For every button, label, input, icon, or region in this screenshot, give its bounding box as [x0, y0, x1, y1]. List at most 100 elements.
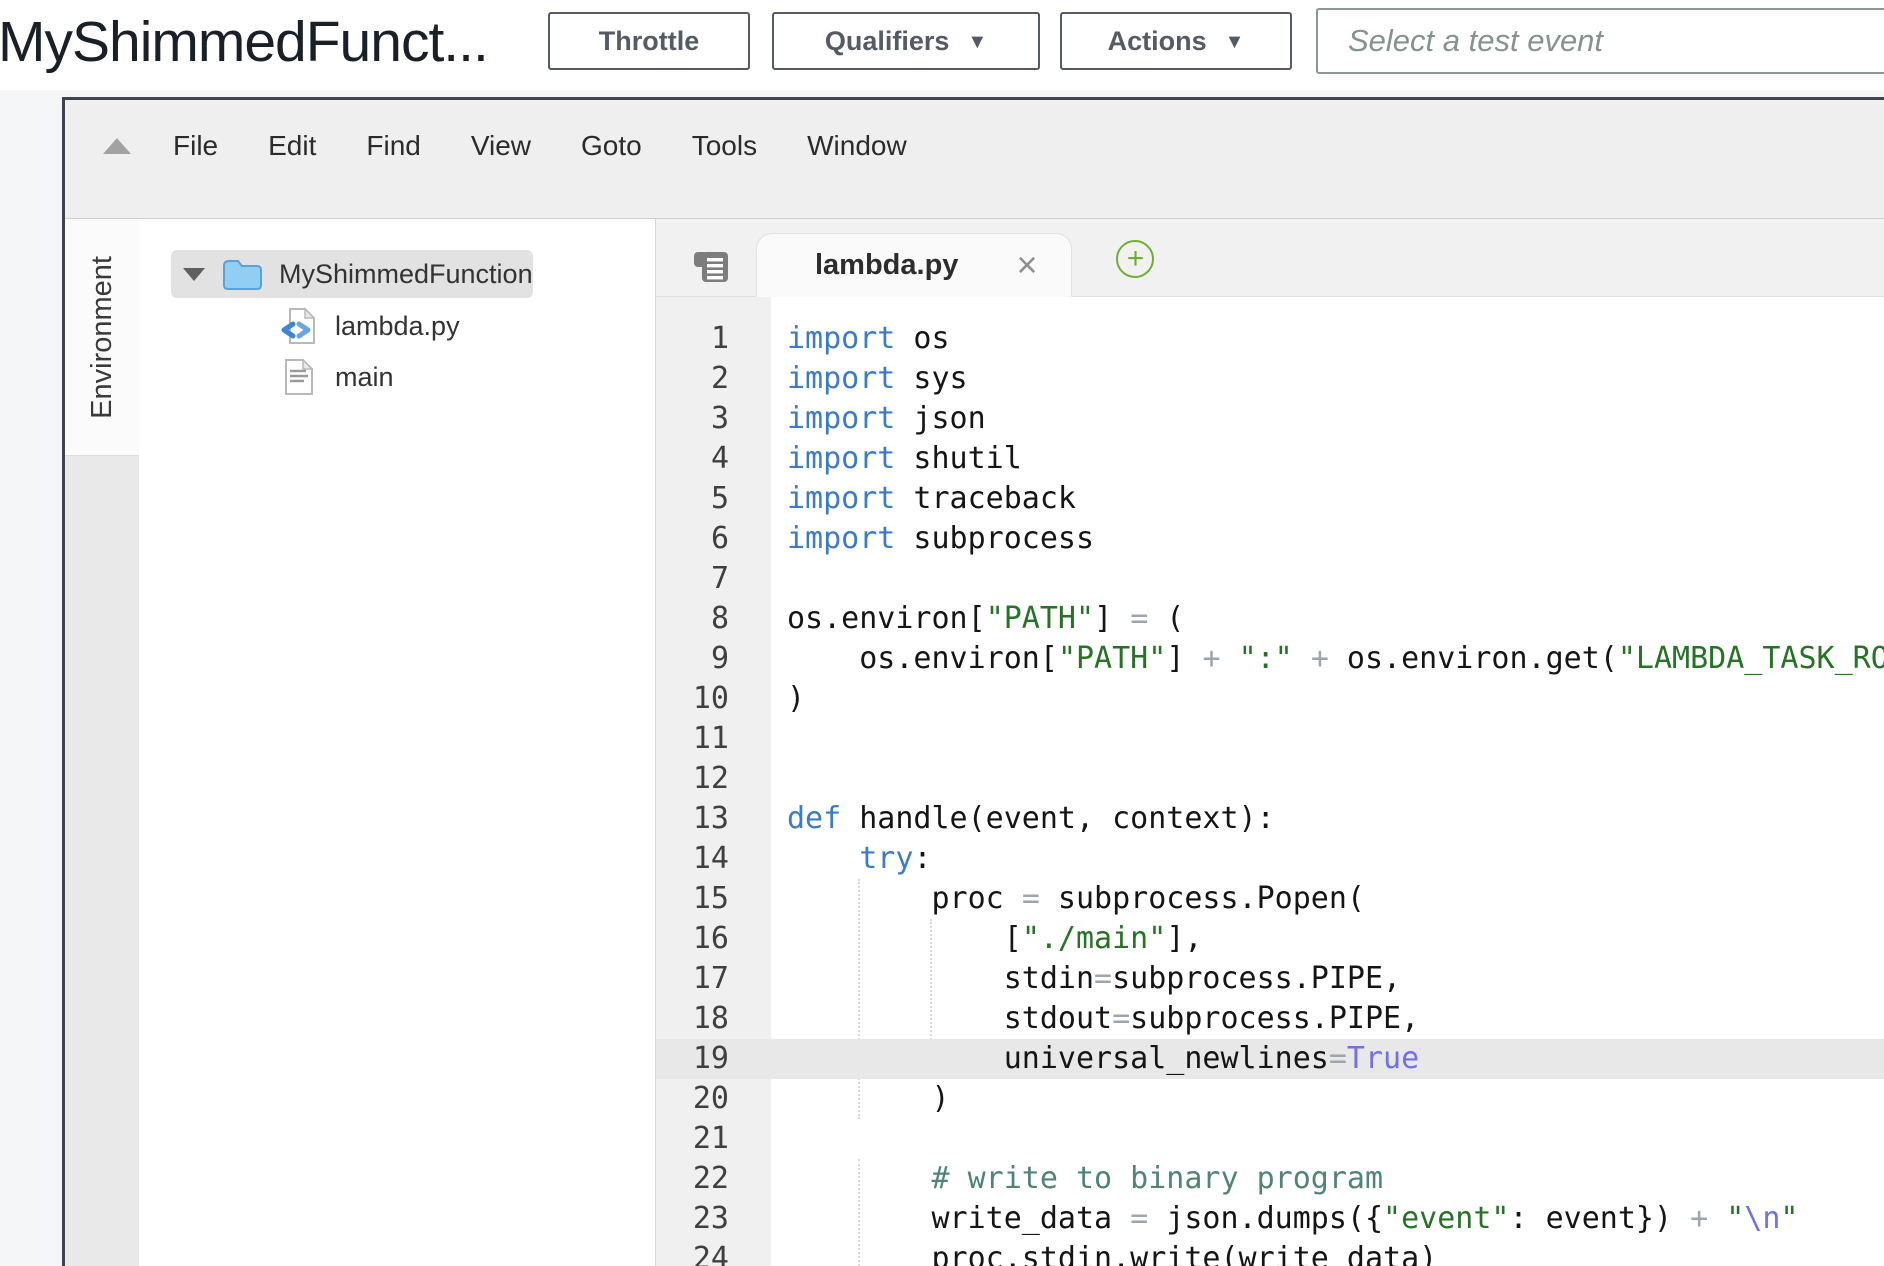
tree-row-lambda-py[interactable]: lambda.py	[279, 303, 655, 349]
code-text: # write to binary program	[771, 1159, 1383, 1199]
code-text: import sys	[771, 359, 968, 399]
function-name-title: MyShimmedFunct...	[0, 4, 488, 80]
close-icon[interactable]: ×	[1016, 250, 1037, 280]
folder-name: MyShimmedFunction	[279, 259, 533, 290]
code-line[interactable]: 18 stdout=subprocess.PIPE,	[656, 999, 1884, 1039]
code-text: import json	[771, 399, 986, 439]
caret-down-icon[interactable]	[183, 268, 205, 281]
code-line[interactable]: 20 )	[656, 1079, 1884, 1119]
line-number: 9	[656, 639, 771, 679]
tab-lambda-py[interactable]: lambda.py ×	[756, 233, 1072, 297]
line-number: 1	[656, 319, 771, 359]
line-number: 10	[656, 679, 771, 719]
code-text: def handle(event, context):	[771, 799, 1275, 839]
code-text: import subprocess	[771, 519, 1094, 559]
line-number: 19	[656, 1039, 771, 1079]
collapse-pane-icon[interactable]	[103, 138, 131, 154]
menu-item-tools[interactable]: Tools	[692, 126, 757, 166]
file-tree-panel: MyShimmedFunction lambda.py	[139, 219, 656, 1266]
menu-item-file[interactable]: File	[173, 126, 218, 166]
menu-item-edit[interactable]: Edit	[268, 126, 316, 166]
code-line[interactable]: 10)	[656, 679, 1884, 719]
code-text: import os	[771, 319, 950, 359]
new-tab-button[interactable]: +	[1116, 240, 1154, 278]
line-number: 14	[656, 839, 771, 879]
line-number: 24	[656, 1239, 771, 1266]
code-line[interactable]: 9 os.environ["PATH"] + ":" + os.environ.…	[656, 639, 1884, 679]
code-line[interactable]: 8os.environ["PATH"] = (	[656, 599, 1884, 639]
menu-item-view[interactable]: View	[471, 126, 531, 166]
qualifiers-button-label: Qualifiers	[825, 26, 950, 57]
code-line[interactable]: 11	[656, 719, 1884, 759]
code-text	[771, 559, 787, 599]
code-lines: 1import os2import sys3import json4import…	[656, 319, 1884, 1266]
code-line[interactable]: 14 try:	[656, 839, 1884, 879]
code-text: stdout=subprocess.PIPE,	[771, 999, 1419, 1039]
editor-pane: lambda.py × + 1import os2import sys3impo…	[656, 219, 1884, 1266]
test-event-select[interactable]: Select a test event	[1316, 8, 1884, 74]
code-line[interactable]: 13def handle(event, context):	[656, 799, 1884, 839]
line-number: 15	[656, 879, 771, 919]
code-line[interactable]: 7	[656, 559, 1884, 599]
code-line[interactable]: 5import traceback	[656, 479, 1884, 519]
line-number: 4	[656, 439, 771, 479]
code-line[interactable]: 22 # write to binary program	[656, 1159, 1884, 1199]
menu-item-find[interactable]: Find	[366, 126, 420, 166]
tab-list-icon[interactable]	[692, 250, 730, 284]
ide-window: File Edit Find View Goto Tools Window En…	[62, 97, 1884, 1266]
code-line[interactable]: 2import sys	[656, 359, 1884, 399]
menu-bar: File Edit Find View Goto Tools Window	[65, 100, 1884, 219]
chevron-down-icon: ▼	[1225, 31, 1245, 54]
qualifiers-button[interactable]: Qualifiers ▼	[772, 12, 1040, 70]
code-line[interactable]: 24 proc.stdin.write(write_data)	[656, 1239, 1884, 1266]
code-line[interactable]: 16 ["./main"],	[656, 919, 1884, 959]
actions-button[interactable]: Actions ▼	[1060, 12, 1292, 70]
side-tab-strip: Environment	[65, 219, 139, 1266]
line-number: 3	[656, 399, 771, 439]
code-text: )	[771, 679, 805, 719]
throttle-button[interactable]: Throttle	[548, 12, 750, 70]
code-line[interactable]: 1import os	[656, 319, 1884, 359]
code-line[interactable]: 4import shutil	[656, 439, 1884, 479]
tree-row-main[interactable]: main	[279, 354, 655, 400]
line-number: 5	[656, 479, 771, 519]
code-text: stdin=subprocess.PIPE,	[771, 959, 1401, 999]
line-number: 7	[656, 559, 771, 599]
code-line[interactable]: 23 write_data = json.dumps({"event": eve…	[656, 1199, 1884, 1239]
code-line[interactable]: 17 stdin=subprocess.PIPE,	[656, 959, 1884, 999]
line-number: 11	[656, 719, 771, 759]
plus-icon: +	[1127, 244, 1145, 274]
code-area[interactable]: 1import os2import sys3import json4import…	[656, 297, 1884, 1266]
folder-icon	[221, 258, 263, 290]
code-line[interactable]: 19 universal_newlines=True	[656, 1039, 1884, 1079]
actions-button-label: Actions	[1108, 26, 1207, 57]
line-number: 17	[656, 959, 771, 999]
file-name: lambda.py	[335, 311, 460, 342]
tree-row-folder[interactable]: MyShimmedFunction	[171, 250, 533, 298]
throttle-button-label: Throttle	[599, 26, 700, 57]
code-text: import traceback	[771, 479, 1076, 519]
code-line[interactable]: 21	[656, 1119, 1884, 1159]
code-text: proc = subprocess.Popen(	[771, 879, 1365, 919]
code-line[interactable]: 6import subprocess	[656, 519, 1884, 559]
line-number: 16	[656, 919, 771, 959]
code-line[interactable]: 15 proc = subprocess.Popen(	[656, 879, 1884, 919]
code-text: os.environ["PATH"] + ":" + os.environ.ge…	[771, 639, 1884, 679]
editor-tab-bar: lambda.py × +	[656, 219, 1884, 297]
code-text	[771, 719, 787, 759]
tab-label: lambda.py	[815, 249, 958, 282]
code-text	[771, 759, 787, 799]
line-number: 22	[656, 1159, 771, 1199]
code-text: import shutil	[771, 439, 1022, 479]
code-text: universal_newlines=True	[771, 1039, 1419, 1079]
code-line[interactable]: 3import json	[656, 399, 1884, 439]
menu-item-window[interactable]: Window	[807, 126, 907, 166]
tab-environment[interactable]: Environment	[65, 219, 139, 456]
line-number: 21	[656, 1119, 771, 1159]
code-text: write_data = json.dumps({"event": event}…	[771, 1199, 1798, 1239]
code-line[interactable]: 12	[656, 759, 1884, 799]
code-file-icon	[279, 307, 319, 345]
ide-content: Environment MyShimmedFunction lambda.py	[65, 219, 1884, 1266]
line-number: 23	[656, 1199, 771, 1239]
menu-item-goto[interactable]: Goto	[581, 126, 642, 166]
